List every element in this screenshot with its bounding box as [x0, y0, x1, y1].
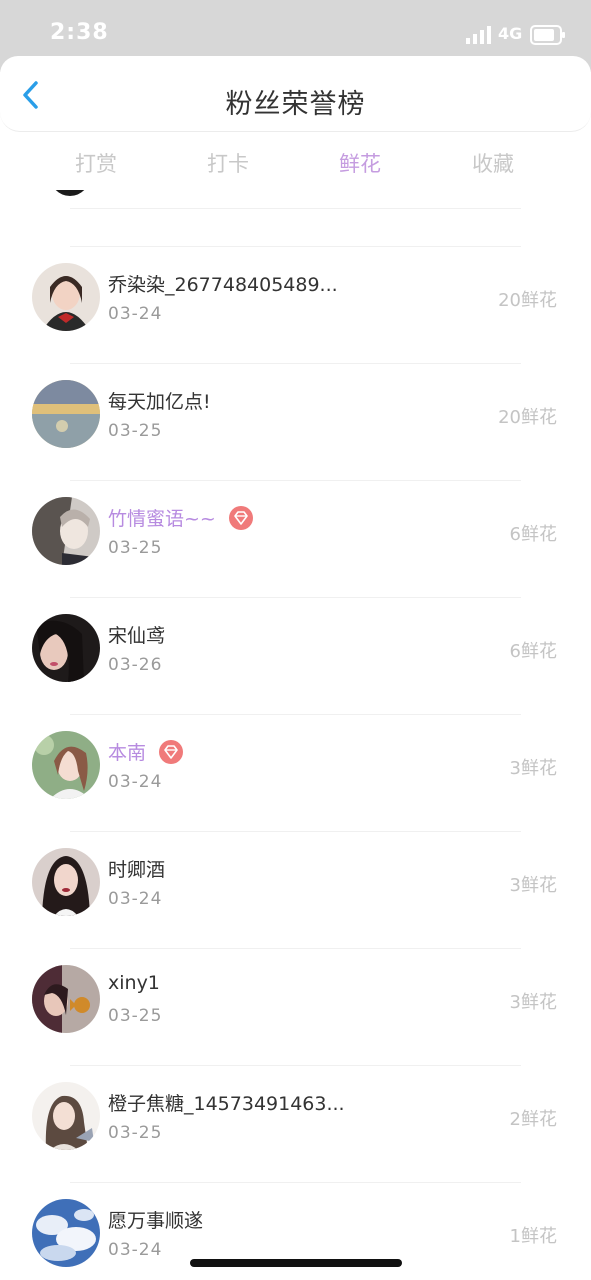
tab-reward[interactable]: 打赏 [56, 148, 136, 178]
battery-icon [530, 25, 565, 45]
avatar [32, 965, 100, 1033]
home-indicator[interactable] [190, 1259, 402, 1267]
avatar [32, 263, 100, 331]
flower-count: 1鲜花 [509, 1226, 557, 1247]
flower-count: 6鲜花 [509, 524, 557, 545]
status-time: 2:38 [50, 20, 109, 45]
fan-name: 时卿酒 [108, 859, 166, 881]
diamond-badge-icon [228, 505, 253, 530]
header: 粉丝荣誉榜 [0, 56, 591, 132]
avatar [32, 380, 100, 448]
fan-list: 乔染染_267748405489... 03-24 20鲜花 每天加亿点! 03… [0, 190, 591, 1280]
fan-name: 竹情蜜语~~ [108, 508, 216, 530]
fan-date: 03-25 [108, 1006, 163, 1026]
avatar [32, 1082, 100, 1150]
fan-name: xiny1 [108, 972, 160, 994]
list-item[interactable]: xiny1 03-25 3鲜花 [0, 948, 591, 1065]
fan-name: 本南 [108, 742, 147, 764]
diamond-badge-icon [159, 739, 184, 764]
list-item[interactable]: 本南 03-24 3鲜花 [0, 714, 591, 831]
flower-count: 3鲜花 [509, 875, 557, 896]
fan-name: 橙子焦糖_14573491463... [108, 1093, 345, 1115]
flower-count: 6鲜花 [509, 641, 557, 662]
avatar [50, 190, 90, 196]
tab-bar: 打赏 打卡 鲜花 收藏 [0, 140, 591, 184]
list-item[interactable]: 乔染染_267748405489... 03-24 20鲜花 [0, 246, 591, 363]
flower-count: 3鲜花 [509, 758, 557, 779]
divider [70, 208, 521, 209]
fan-date: 03-26 [108, 655, 163, 675]
fan-name: 宋仙鸢 [108, 625, 166, 647]
fan-name: 乔染染_267748405489... [108, 274, 338, 296]
fan-date: 03-25 [108, 538, 163, 558]
flower-count: 2鲜花 [509, 1109, 557, 1130]
fan-date: 03-24 [108, 304, 163, 324]
avatar [32, 731, 100, 799]
flower-count: 3鲜花 [509, 992, 557, 1013]
avatar [32, 614, 100, 682]
tab-favorites[interactable]: 收藏 [453, 148, 533, 178]
fan-date: 03-24 [108, 889, 163, 909]
fan-date: 03-25 [108, 1123, 163, 1143]
fan-name: 愿万事顺遂 [108, 1210, 204, 1232]
list-item[interactable]: 宋仙鸢 03-26 6鲜花 [0, 597, 591, 714]
fan-date: 03-25 [108, 421, 163, 441]
flower-count: 20鲜花 [498, 290, 557, 311]
fan-date: 03-24 [108, 1240, 163, 1260]
list-item[interactable]: 橙子焦糖_14573491463... 03-25 2鲜花 [0, 1065, 591, 1182]
page-title: 粉丝荣誉榜 [225, 89, 366, 120]
list-item[interactable]: 竹情蜜语~~ 03-25 6鲜花 [0, 480, 591, 597]
tab-flowers[interactable]: 鲜花 [320, 148, 400, 178]
network-label: 4G [498, 24, 523, 43]
avatar [32, 497, 100, 565]
signal-icon [466, 26, 491, 44]
tab-checkin[interactable]: 打卡 [188, 148, 268, 178]
fan-date: 03-24 [108, 772, 163, 792]
avatar [32, 848, 100, 916]
list-item[interactable]: 时卿酒 03-24 3鲜花 [0, 831, 591, 948]
flower-count: 20鲜花 [498, 407, 557, 428]
avatar [32, 1199, 100, 1267]
fan-name: 每天加亿点! [108, 391, 211, 413]
list-item[interactable]: 每天加亿点! 03-25 20鲜花 [0, 363, 591, 480]
